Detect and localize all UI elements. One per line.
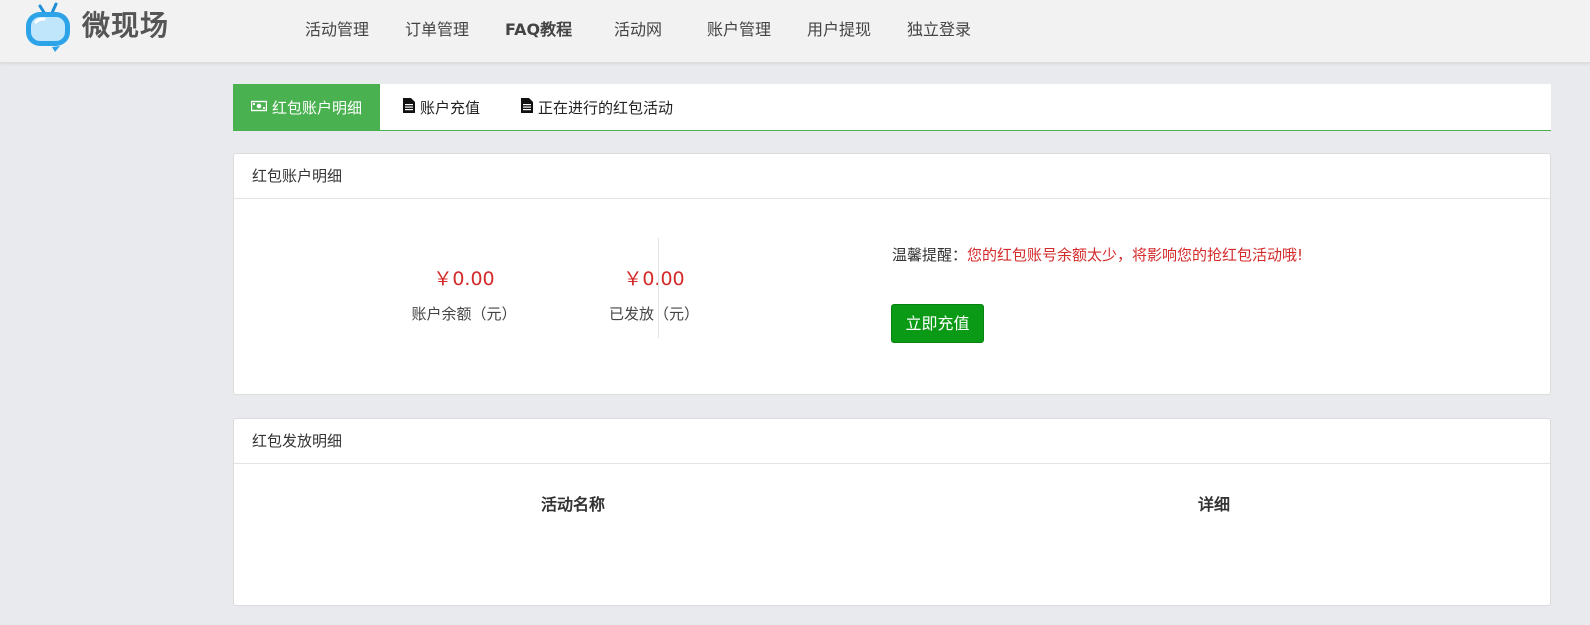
issued-stat: ￥0.00 已发放（元） [554, 264, 754, 324]
panel-title: 红包账户明细 [234, 154, 1550, 199]
tab-label: 红包账户明细 [272, 98, 363, 117]
tab-redpacket-account[interactable]: 红包账户明细 [233, 84, 381, 130]
nav-item-user-withdraw[interactable]: 用户提现 [807, 16, 871, 40]
document-icon [521, 97, 533, 117]
redpacket-issue-panel: 红包发放明细 活动名称 详细 [233, 418, 1551, 606]
nav-item-order-management[interactable]: 订单管理 [405, 16, 469, 40]
divider [658, 238, 659, 338]
tab-account-recharge[interactable]: 账户充值 [403, 84, 480, 130]
tab-bar: 红包账户明细 账户充值 正在进行的红包活动 [233, 84, 1551, 131]
account-detail-panel: 红包账户明细 ￥0.00 账户余额（元） ￥0.00 已发放（元） 温馨提醒：您… [233, 153, 1551, 395]
balance-value: ￥0.00 [433, 268, 495, 290]
column-header-activity-name: 活动名称 [541, 495, 606, 514]
recharge-now-button[interactable]: 立即充值 [891, 304, 984, 343]
money-icon [250, 98, 268, 116]
nav-item-faq[interactable]: FAQ教程 [505, 16, 572, 40]
nav-item-independent-login[interactable]: 独立登录 [907, 16, 971, 40]
tab-label: 正在进行的红包活动 [538, 98, 674, 117]
balance-label: 账户余额（元） [411, 305, 517, 323]
balance-warning: 温馨提醒：您的红包账号余额太少，将影响您的抢红包活动哦! [892, 244, 1303, 265]
nav-item-activity-network[interactable]: 活动网 [614, 16, 662, 40]
warning-label: 温馨提醒： [892, 246, 968, 264]
tab-label: 账户充值 [420, 98, 481, 117]
brand-logo[interactable]: 微现场 [22, 0, 169, 52]
balance-stat: ￥0.00 账户余额（元） [364, 264, 564, 324]
nav-item-account-management[interactable]: 账户管理 [707, 16, 771, 40]
issued-label: 已发放（元） [608, 305, 699, 323]
tab-ongoing-redpacket-activities[interactable]: 正在进行的红包活动 [521, 84, 673, 130]
issued-value: ￥0.00 [623, 268, 685, 290]
panel-title: 红包发放明细 [234, 419, 1550, 464]
warning-text: 您的红包账号余额太少，将影响您的抢红包活动哦! [967, 246, 1304, 264]
top-navbar: 微现场 活动管理 订单管理 FAQ教程 活动网 账户管理 用户提现 独立登录 [0, 0, 1590, 63]
column-header-detail: 详细 [1198, 495, 1231, 514]
nav-item-activity-management[interactable]: 活动管理 [305, 16, 369, 40]
tv-logo-icon [22, 0, 74, 52]
document-icon [403, 97, 415, 117]
brand-name: 微现场 [82, 9, 170, 42]
